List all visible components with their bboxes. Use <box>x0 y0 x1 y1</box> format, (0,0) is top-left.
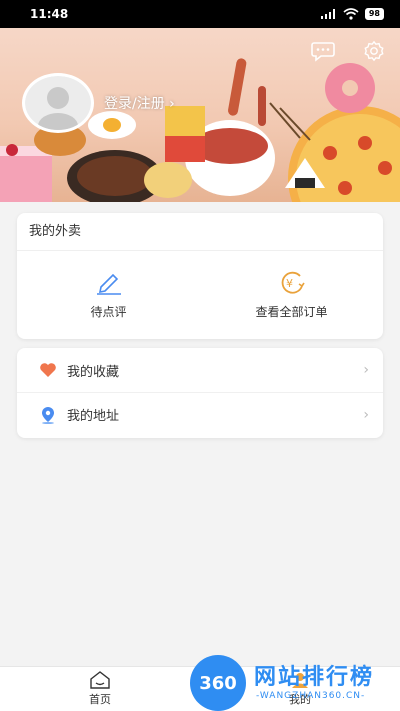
all-orders-label: 查看全部订单 <box>255 304 328 319</box>
status-icons: 98 <box>320 8 384 20</box>
watermark-logo: 360 <box>190 655 246 711</box>
all-orders-button[interactable]: ¥ 查看全部订单 <box>200 251 383 339</box>
pending-review-label: 待点评 <box>90 304 127 319</box>
wifi-icon <box>343 8 359 20</box>
settings-gear-icon[interactable] <box>362 40 386 62</box>
tab-home-label: 首页 <box>89 693 111 706</box>
svg-text:¥: ¥ <box>286 277 293 290</box>
favorites-label: 我的收藏 <box>67 364 120 380</box>
chevron-right-icon: › <box>363 362 369 378</box>
pending-review-button[interactable]: 待点评 <box>17 251 200 339</box>
profile-header: 登录/注册 › <box>0 28 400 202</box>
my-takeaway-card: 我的外卖 待点评 ¥ 查看全部订单 <box>17 213 383 339</box>
location-icon <box>42 406 54 424</box>
tab-home[interactable]: 首页 <box>0 667 200 711</box>
pencil-icon <box>96 273 121 295</box>
status-bar: 11:48 98 <box>0 0 400 28</box>
message-icon[interactable] <box>311 40 335 62</box>
battery-indicator: 98 <box>364 8 384 20</box>
watermark-overlay: 360 网站排行榜 -WANGZHAN360.CN- <box>190 653 400 711</box>
favorites-row[interactable]: 我的收藏 › <box>17 348 383 392</box>
address-row[interactable]: 我的地址 › <box>17 392 383 436</box>
avatar[interactable] <box>22 73 94 133</box>
status-time: 11:48 <box>30 7 69 21</box>
my-takeaway-title: 我的外卖 <box>17 213 383 251</box>
menu-card: 我的收藏 › 我的地址 › <box>17 348 383 438</box>
user-silhouette-icon <box>38 87 78 130</box>
home-icon <box>90 671 110 689</box>
heart-icon <box>40 363 56 377</box>
watermark-subtitle: -WANGZHAN360.CN- <box>256 691 366 701</box>
yen-coin-icon: ¥ <box>281 271 305 294</box>
signal-icon <box>320 9 335 19</box>
watermark-title: 网站排行榜 <box>254 665 375 690</box>
login-register-link[interactable]: 登录/注册 › <box>104 93 175 113</box>
chevron-right-icon: › <box>363 406 369 423</box>
address-label: 我的地址 <box>67 409 120 424</box>
